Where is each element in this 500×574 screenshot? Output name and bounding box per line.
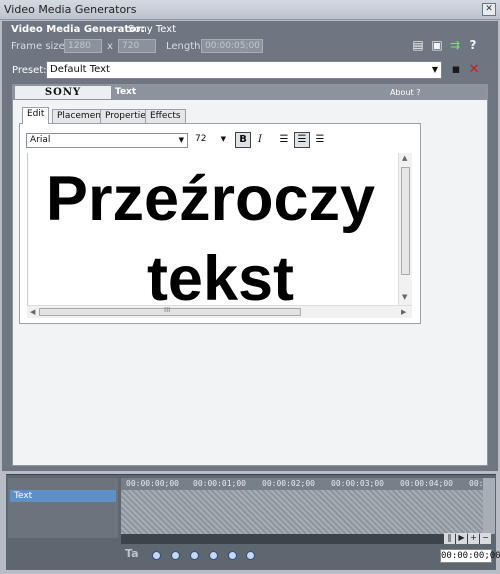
generator-name: Sony Text (128, 24, 177, 35)
tick-label: 00:00:04;00 (400, 479, 453, 488)
length-field[interactable]: 00:00:05;00 (201, 39, 263, 53)
zoom-in-icon[interactable]: + (468, 533, 479, 544)
frame-width-field[interactable]: 1280 (64, 39, 102, 53)
title-bar: Video Media Generators ✕ (0, 0, 500, 20)
text-line-2: tekst (146, 244, 295, 305)
scroll-down-icon[interactable]: ▼ (402, 293, 407, 301)
plugin-title: Text (115, 87, 137, 97)
about-link[interactable]: About ? (390, 88, 420, 97)
sony-logo: SONY (15, 86, 111, 99)
align-center-icon[interactable]: ☰ (294, 132, 310, 148)
track-name[interactable]: Text (10, 490, 116, 502)
last-keyframe-icon[interactable] (209, 551, 218, 560)
window-title: Video Media Generators (4, 3, 137, 16)
scroll-right-icon[interactable]: ▶ (401, 308, 406, 316)
preset-select[interactable]: Default Text ▼ (46, 61, 442, 79)
tab-effects[interactable]: Effects (145, 109, 186, 124)
text-editor[interactable]: Przeźroczy tekst (27, 153, 412, 305)
tick-label: 00:00:03;00 (331, 479, 384, 488)
tick-label: 00:00:02;00 (262, 479, 315, 488)
font-value: Arial (30, 135, 51, 145)
scroll-thumb[interactable] (401, 167, 410, 275)
scroll-left-icon[interactable]: ◀ (30, 308, 35, 316)
scroll-right-icon[interactable]: ▶ (456, 533, 467, 544)
track-list (8, 478, 118, 538)
chevron-down-icon: ▼ (178, 136, 184, 144)
timeline-horizontal-scrollbar[interactable] (121, 534, 483, 544)
length-label: Length: (166, 41, 204, 52)
frame-x-label: x (107, 41, 113, 52)
bold-button[interactable]: B (235, 132, 251, 148)
scroll-grip: III (164, 306, 171, 314)
first-keyframe-icon[interactable] (152, 551, 161, 560)
italic-button[interactable]: I (252, 132, 268, 148)
save-preset-icon[interactable]: ▪ (448, 62, 464, 78)
add-keyframe-icon[interactable] (228, 551, 237, 560)
align-right-icon[interactable]: ☰ (312, 132, 328, 148)
timecode-display[interactable]: 00:00:00;00 (440, 549, 500, 563)
help-icon[interactable]: ? (466, 38, 480, 52)
scroll-grip-icon[interactable]: ‖ (444, 533, 455, 544)
delete-preset-icon[interactable]: ✕ (466, 62, 482, 78)
editor-text: Przeźroczy tekst (28, 153, 412, 305)
text-anim-icon[interactable]: Ta (125, 547, 139, 560)
close-icon[interactable]: ✕ (482, 3, 496, 16)
preset-value: Default Text (50, 64, 110, 75)
size-select[interactable]: 72 ▼ (193, 133, 229, 148)
chevron-down-icon: ▼ (220, 135, 226, 143)
save-icon[interactable]: ▤ (411, 38, 425, 52)
font-select[interactable]: Arial ▼ (26, 133, 188, 148)
track-area[interactable] (121, 490, 483, 534)
frame-height-field[interactable]: 720 (118, 39, 156, 53)
next-keyframe-icon[interactable] (190, 551, 199, 560)
editor-horizontal-scrollbar[interactable]: ◀ III ▶ (27, 305, 412, 318)
zoom-out-icon[interactable]: − (480, 533, 491, 544)
scroll-thumb[interactable]: III (39, 306, 301, 316)
align-left-icon[interactable]: ☰ (276, 132, 292, 148)
sync-icon[interactable]: ⇉ (448, 38, 462, 52)
tick-label: 00:00:00;00 (126, 479, 179, 488)
generator-label: Video Media Generator: (11, 24, 145, 35)
tab-edit[interactable]: Edit (22, 107, 50, 124)
tick-label: 00:00:01;00 (193, 479, 246, 488)
frame-size-label: Frame size: (11, 41, 69, 52)
properties-icon[interactable]: ▣ (430, 38, 444, 52)
scroll-up-icon[interactable]: ▲ (402, 154, 407, 162)
chevron-down-icon: ▼ (431, 65, 438, 74)
editor-vertical-scrollbar[interactable]: ▲ ▼ (398, 153, 412, 305)
prev-keyframe-icon[interactable] (171, 551, 180, 560)
delete-keyframe-icon[interactable] (246, 551, 255, 560)
text-line-1: Przeźroczy (45, 164, 376, 234)
preset-label: Preset: (12, 65, 47, 76)
timeline-vertical-scrollbar[interactable] (483, 478, 495, 534)
size-value: 72 (195, 134, 207, 144)
